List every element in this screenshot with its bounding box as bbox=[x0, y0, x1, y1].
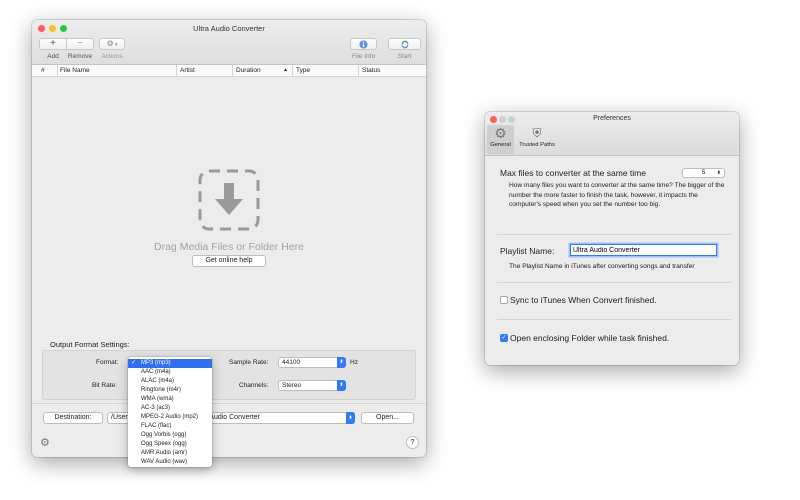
tab-general[interactable]: ⚙ General bbox=[487, 125, 514, 154]
start-button[interactable] bbox=[388, 38, 421, 50]
column-number[interactable]: # bbox=[38, 65, 58, 76]
samplerate-label: Sample Rate: bbox=[229, 359, 269, 366]
help-button[interactable]: ? bbox=[406, 436, 419, 449]
format-option[interactable]: MPEG-2 Audio (mp2) bbox=[128, 413, 212, 422]
updown-arrow-icon: ⬍ bbox=[346, 412, 355, 424]
output-settings-box bbox=[42, 350, 416, 400]
bitrate-label: Bit Rate: bbox=[92, 382, 117, 389]
divider bbox=[497, 234, 731, 235]
column-duration[interactable]: Duration ▲ bbox=[233, 65, 293, 76]
add-label: Add bbox=[47, 53, 59, 60]
gear-icon: ⚙ bbox=[106, 39, 114, 48]
sync-itunes-label: Sync to iTunes When Convert finished. bbox=[510, 295, 657, 305]
playlist-label: Playlist Name: bbox=[500, 246, 555, 256]
destination-button[interactable]: Destination: bbox=[43, 412, 103, 424]
format-option[interactable]: WMA (wma) bbox=[128, 395, 212, 404]
checkmark-icon: ✓ bbox=[131, 360, 137, 366]
info-icon bbox=[359, 40, 368, 49]
format-option[interactable]: Ringtone (m4r) bbox=[128, 386, 212, 395]
open-button[interactable]: Open... bbox=[361, 412, 414, 424]
plus-icon: + bbox=[50, 38, 56, 49]
refresh-icon bbox=[401, 40, 408, 49]
format-option[interactable]: AMR Audio (amr) bbox=[128, 449, 212, 458]
column-duration-label: Duration bbox=[236, 67, 261, 74]
updown-arrow-icon: ⬍ bbox=[716, 170, 721, 176]
format-option-label: MP3 (mp3) bbox=[141, 360, 171, 366]
column-artist[interactable]: Artist bbox=[177, 65, 233, 76]
max-files-stepper[interactable]: 5 ⬍ bbox=[682, 168, 725, 178]
chevron-down-icon: ▾ bbox=[113, 42, 118, 48]
settings-gear-icon[interactable]: ⚙ bbox=[40, 436, 50, 449]
sync-itunes-checkbox[interactable] bbox=[500, 296, 508, 304]
main-window: Ultra Audio Converter + − ⚙ ▾ Add Remove… bbox=[32, 20, 426, 457]
column-status[interactable]: Status bbox=[359, 65, 426, 76]
file-info-button[interactable] bbox=[350, 38, 377, 50]
format-option[interactable]: AAC (m4a) bbox=[128, 368, 212, 377]
remove-label: Remove bbox=[67, 53, 93, 60]
channels-value: Stereo bbox=[282, 382, 302, 389]
prefs-title: Preferences bbox=[593, 115, 631, 122]
updown-arrow-icon: ⬍ bbox=[337, 357, 346, 368]
column-type[interactable]: Type bbox=[293, 65, 359, 76]
column-file-name[interactable]: File Name bbox=[57, 65, 177, 76]
samplerate-value: 44100 bbox=[282, 359, 301, 366]
drop-hint: Drag Media Files or Folder Here bbox=[154, 241, 304, 253]
channels-label: Channels: bbox=[239, 382, 269, 389]
table-header: # File Name Artist Duration ▲ Type Statu… bbox=[32, 65, 426, 77]
divider bbox=[497, 319, 731, 320]
file-list-area[interactable]: Drag Media Files or Folder Here Get onli… bbox=[32, 77, 426, 347]
format-option[interactable]: ALAC (m4a) bbox=[128, 377, 212, 386]
shield-icon: ⛨ bbox=[532, 126, 542, 140]
playlist-name-input[interactable] bbox=[570, 244, 717, 256]
format-option[interactable]: Ogg Speex (ogg) bbox=[128, 440, 212, 449]
minus-icon: − bbox=[77, 38, 83, 49]
updown-arrow-icon: ⬍ bbox=[337, 380, 346, 391]
format-option[interactable]: Ogg Vorbis (ogg) bbox=[128, 431, 212, 440]
divider bbox=[497, 282, 731, 283]
sort-ascending-icon: ▲ bbox=[283, 67, 288, 73]
actions-label: Actions bbox=[101, 53, 123, 60]
preferences-window: Preferences ⚙ General ⛨ Trusted Paths Ma… bbox=[485, 112, 739, 365]
separator bbox=[32, 403, 426, 404]
max-files-description: How many files you want to converter at … bbox=[509, 182, 725, 208]
format-option[interactable]: AC-3 (ac3) bbox=[128, 404, 212, 413]
actions-button[interactable]: ⚙ ▾ bbox=[99, 38, 125, 50]
checkmark-icon: ✓ bbox=[501, 335, 507, 341]
format-dropdown-menu: ✓ MP3 (mp3) AAC (m4a) ALAC (m4a) Ringtone (m… bbox=[128, 357, 212, 467]
gear-icon: ⚙ bbox=[494, 125, 507, 141]
output-settings-heading: Output Format Settings: bbox=[50, 340, 130, 349]
samplerate-select[interactable]: 44100 ⬍ bbox=[278, 357, 346, 368]
start-label: Start bbox=[397, 53, 412, 60]
online-help-button[interactable]: Get online help bbox=[192, 255, 266, 267]
format-option[interactable]: ✓ MP3 (mp3) bbox=[128, 359, 212, 368]
format-option[interactable]: WAV Audio (wav) bbox=[128, 458, 212, 467]
destination-path-left: /User bbox=[111, 414, 128, 421]
max-files-value: 5 bbox=[701, 169, 706, 176]
open-folder-checkbox[interactable]: ✓ bbox=[500, 334, 508, 342]
channels-select[interactable]: Stereo ⬍ bbox=[278, 380, 346, 391]
tab-trusted-label: Trusted Paths bbox=[519, 142, 555, 148]
format-label: Format: bbox=[96, 359, 119, 366]
remove-button[interactable]: − bbox=[66, 38, 94, 50]
tab-general-label: General bbox=[490, 142, 511, 148]
add-button[interactable]: + bbox=[39, 38, 67, 50]
file-info-label: File Info bbox=[351, 53, 376, 60]
playlist-description: The Playlist Name in iTunes after conver… bbox=[509, 263, 695, 270]
download-icon bbox=[198, 169, 260, 231]
open-folder-label: Open enclosing Folder while task finishe… bbox=[510, 333, 670, 343]
max-files-label: Max files to converter at the same time bbox=[500, 168, 646, 178]
tab-trusted-paths[interactable]: ⛨ Trusted Paths bbox=[515, 125, 559, 154]
format-option[interactable]: FLAC (flac) bbox=[128, 422, 212, 431]
samplerate-unit: Hz bbox=[350, 359, 358, 366]
window-title: Ultra Audio Converter bbox=[193, 24, 265, 33]
